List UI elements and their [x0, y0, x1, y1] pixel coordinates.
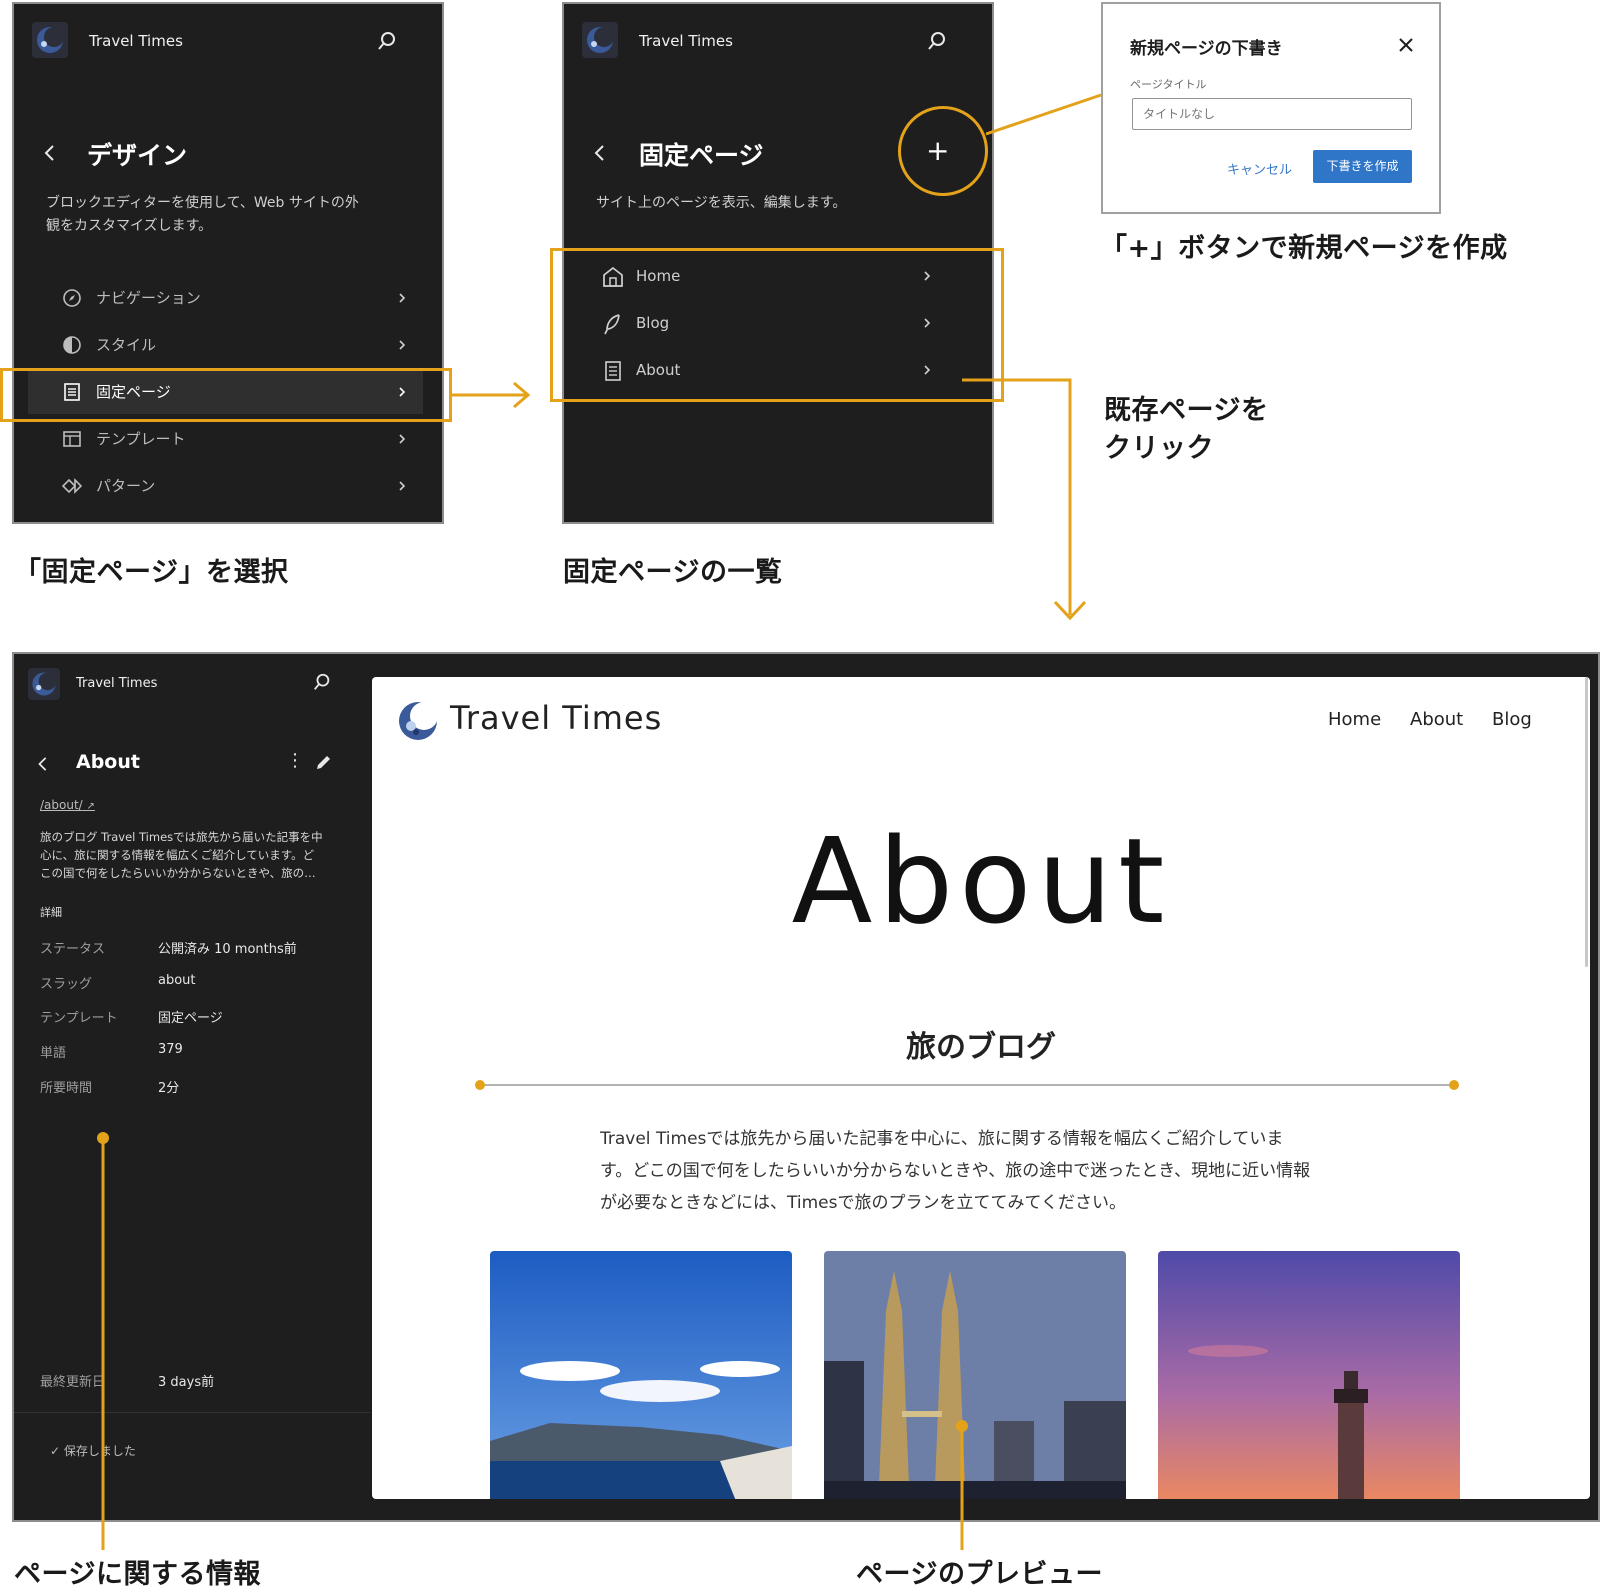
external-link-icon: ↗ — [86, 801, 95, 812]
detail-label-slug: スラッグ — [40, 977, 93, 992]
cancel-button[interactable]: キャンセル — [1227, 159, 1292, 178]
preview-subheading: 旅のブログ — [906, 1030, 1056, 1065]
caption-page-info: ページに関する情報 — [14, 1559, 261, 1590]
edit-pencil-icon[interactable] — [314, 754, 332, 772]
preview-nav-home[interactable]: Home — [1328, 709, 1381, 730]
caption-new-page: 「+」ボタンで新規ページを作成 — [1100, 233, 1508, 264]
detail-label-status: ステータス — [40, 942, 106, 957]
detail-label-template: テンプレート — [40, 1011, 118, 1026]
bottom-annotation-lines — [97, 1132, 968, 1550]
preview-nav-about[interactable]: About — [1410, 709, 1463, 730]
page-title-label: ページタイトル — [1130, 78, 1207, 91]
more-options-icon[interactable]: ⋮ — [286, 750, 304, 771]
detail-value-reading-time: 2分 — [158, 1081, 180, 1096]
site-logo-icon[interactable] — [28, 668, 60, 700]
detail-value-slug[interactable]: about — [158, 973, 196, 988]
search-icon[interactable] — [312, 672, 332, 692]
preview-page-heading: About — [791, 812, 1171, 950]
page-title: About — [76, 751, 140, 773]
caption-page-preview: ページのプレビュー — [856, 1559, 1103, 1590]
detail-label-reading-time: 所要時間 — [40, 1081, 93, 1096]
caption-page-list: 固定ページの一覧 — [563, 557, 783, 588]
dialog-title: 新規ページの下書き — [1130, 39, 1283, 59]
page-title-input[interactable] — [1132, 98, 1412, 130]
site-logo-icon[interactable] — [396, 699, 440, 743]
page-excerpt: 旅のブログ Travel Timesでは旅先から届いた記事を中 心に、旅に関する… — [40, 830, 323, 880]
new-page-dialog: 新規ページの下書き ページタイトル キャンセル 下書きを作成 — [1101, 2, 1441, 214]
detail-value-status[interactable]: 公開済み 10 months前 — [158, 938, 297, 957]
detail-value-template[interactable]: 固定ページ — [158, 1007, 223, 1026]
detail-value-words: 379 — [158, 1042, 183, 1057]
caption-click-existing: 既存ページを クリック — [1104, 395, 1269, 464]
create-draft-button[interactable]: 下書きを作成 — [1313, 150, 1412, 183]
close-icon[interactable] — [1397, 36, 1415, 54]
detail-label-words: 単語 — [40, 1046, 67, 1061]
back-chevron-icon[interactable] — [36, 756, 50, 772]
preview-nav-blog[interactable]: Blog — [1492, 709, 1532, 730]
details-heading: 詳細 — [40, 906, 62, 919]
site-name[interactable]: Travel Times — [76, 676, 157, 691]
preview-site-name[interactable]: Travel Times — [450, 699, 662, 737]
preview-divider — [475, 1080, 1459, 1090]
page-permalink[interactable]: /about/ ↗ — [40, 798, 95, 812]
